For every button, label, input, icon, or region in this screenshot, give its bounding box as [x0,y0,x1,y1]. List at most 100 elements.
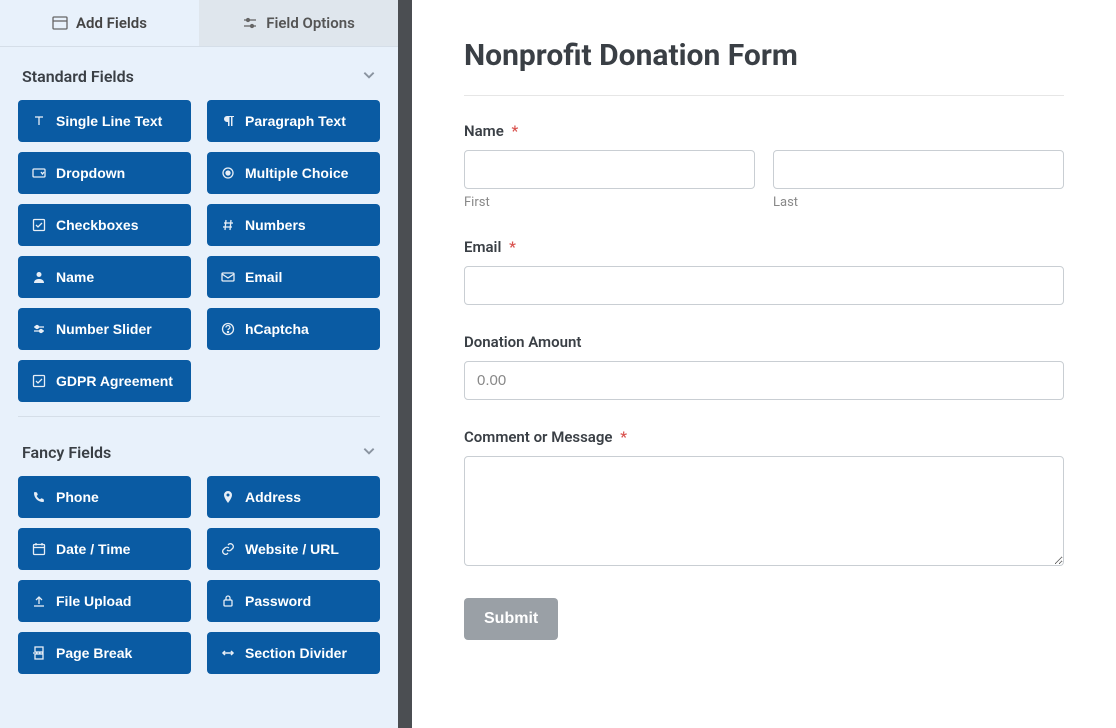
field-label: Single Line Text [56,113,162,129]
field-label: Multiple Choice [245,165,348,181]
field-section-divider[interactable]: Section Divider [207,632,380,674]
first-sublabel: First [464,195,755,210]
field-gdpr-agreement[interactable]: GDPR Agreement [18,360,191,402]
field-label: Website / URL [245,541,339,557]
name-label: Name * [464,122,1064,140]
tab-label: Add Fields [76,14,147,32]
label-text: Email [464,238,501,256]
section-fancy-fields: Fancy Fields Phone Address [18,423,380,688]
phone-icon [32,490,46,504]
chevron-down-icon [362,443,376,462]
email-input[interactable] [464,266,1064,305]
field-email-group: Email * [464,238,1064,305]
field-label: File Upload [56,593,131,609]
field-page-break[interactable]: Page Break [18,632,191,674]
field-file-upload[interactable]: File Upload [18,580,191,622]
field-label: Page Break [56,645,132,661]
question-icon [221,322,235,336]
email-label: Email * [464,238,1064,256]
field-label: Phone [56,489,99,505]
field-date-time[interactable]: Date / Time [18,528,191,570]
hash-icon [221,218,235,232]
envelope-icon [221,270,235,284]
field-checkboxes[interactable]: Checkboxes [18,204,191,246]
chevron-down-icon [362,67,376,86]
last-name-input[interactable] [773,150,1064,189]
field-label: Date / Time [56,541,130,557]
field-label: Password [245,593,311,609]
field-label: Section Divider [245,645,347,661]
donation-label: Donation Amount [464,333,1064,351]
section-standard-fields: Standard Fields Single Line Text Paragra… [18,47,380,417]
pagebreak-icon [32,646,46,660]
sliders-icon [242,15,258,31]
field-paragraph-text[interactable]: Paragraph Text [207,100,380,142]
section-header-standard[interactable]: Standard Fields [18,47,380,100]
section-title: Fancy Fields [22,443,111,462]
section-header-fancy[interactable]: Fancy Fields [18,423,380,476]
field-label: Email [245,269,282,285]
fancy-fields-grid: Phone Address Date / Time Website / URL [18,476,380,674]
field-label: GDPR Agreement [56,373,173,389]
submit-button[interactable]: Submit [464,598,558,640]
dropdown-icon [32,166,46,180]
required-mark: * [620,428,627,446]
label-text: Comment or Message [464,428,612,446]
field-comment-group: Comment or Message * [464,428,1064,570]
form-canvas: Nonprofit Donation Form Name * First Las… [412,0,1116,728]
lock-icon [221,594,235,608]
paragraph-icon [221,114,235,128]
field-number-slider[interactable]: Number Slider [18,308,191,350]
required-mark: * [509,238,516,256]
field-website-url[interactable]: Website / URL [207,528,380,570]
field-name-group: Name * First Last [464,122,1064,210]
check-icon [32,374,46,388]
field-label: hCaptcha [245,321,309,337]
form-icon [52,15,68,31]
field-label: Numbers [245,217,306,233]
field-dropdown[interactable]: Dropdown [18,152,191,194]
field-email[interactable]: Email [207,256,380,298]
tab-label: Field Options [266,14,355,32]
link-icon [221,542,235,556]
field-password[interactable]: Password [207,580,380,622]
field-label: Paragraph Text [245,113,346,129]
checkbox-icon [32,218,46,232]
field-label: Checkboxes [56,217,138,233]
form-title: Nonprofit Donation Form [464,38,1064,96]
tab-field-options[interactable]: Field Options [199,0,398,46]
field-hcaptcha[interactable]: hCaptcha [207,308,380,350]
text-icon [32,114,46,128]
field-donation-group: Donation Amount [464,333,1064,400]
comment-textarea[interactable] [464,456,1064,566]
field-label: Address [245,489,301,505]
sidebar-tabs: Add Fields Field Options [0,0,398,47]
field-name[interactable]: Name [18,256,191,298]
section-title: Standard Fields [22,67,134,86]
required-mark: * [512,122,519,140]
field-multiple-choice[interactable]: Multiple Choice [207,152,380,194]
calendar-icon [32,542,46,556]
fields-panel: Standard Fields Single Line Text Paragra… [0,47,398,728]
comment-label: Comment or Message * [464,428,1064,446]
first-name-input[interactable] [464,150,755,189]
panel-divider[interactable] [398,0,412,728]
field-label: Number Slider [56,321,152,337]
radio-icon [221,166,235,180]
field-phone[interactable]: Phone [18,476,191,518]
tab-add-fields[interactable]: Add Fields [0,0,199,46]
pin-icon [221,490,235,504]
divider-icon [221,646,235,660]
field-single-line-text[interactable]: Single Line Text [18,100,191,142]
field-label: Dropdown [56,165,125,181]
field-numbers[interactable]: Numbers [207,204,380,246]
last-sublabel: Last [773,195,1064,210]
field-address[interactable]: Address [207,476,380,518]
donation-input[interactable] [464,361,1064,400]
standard-fields-grid: Single Line Text Paragraph Text Dropdown… [18,100,380,402]
label-text: Name [464,122,504,140]
person-icon [32,270,46,284]
sidebar: Add Fields Field Options Standard Fields [0,0,398,728]
upload-icon [32,594,46,608]
slider-icon [32,322,46,336]
